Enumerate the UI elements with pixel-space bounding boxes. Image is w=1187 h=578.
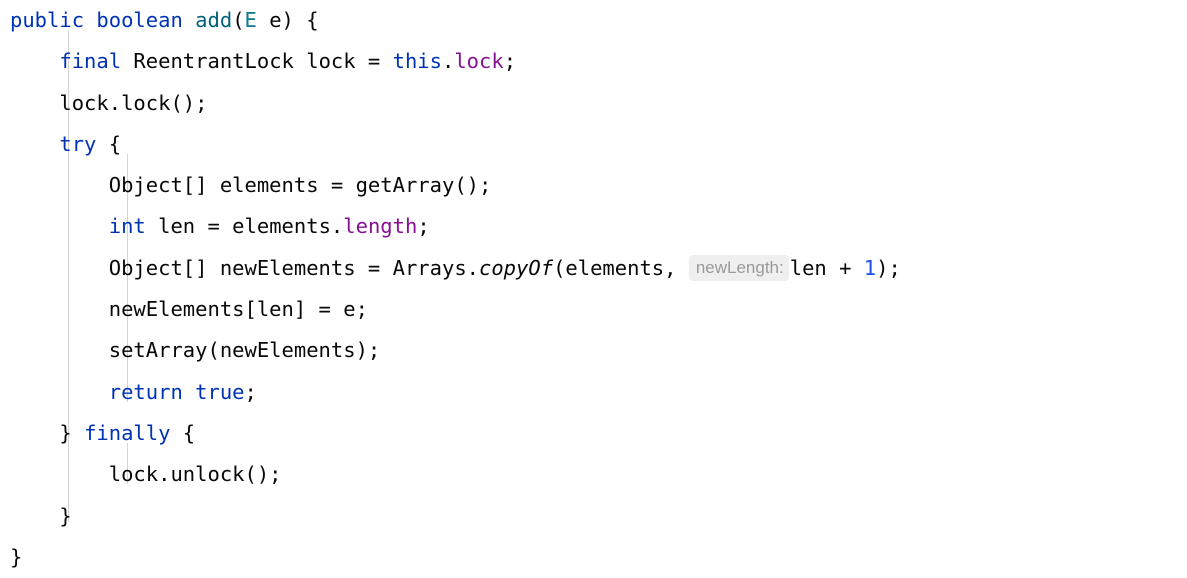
code-line[interactable]: try {	[10, 124, 1187, 165]
code-line[interactable]: int len = elements.length;	[10, 206, 1187, 247]
code-line[interactable]: public boolean add(E e) {	[10, 0, 1187, 41]
code-token: }	[10, 503, 72, 528]
code-token: true	[195, 379, 245, 404]
code-line[interactable]: return true;	[10, 372, 1187, 413]
code-token: 1	[863, 255, 877, 280]
code-line[interactable]: setArray(newElements);	[10, 330, 1187, 371]
code-token: }	[10, 420, 85, 445]
code-line[interactable]: lock.lock();	[10, 83, 1187, 124]
code-token: {	[96, 131, 122, 156]
code-token: E	[244, 8, 257, 32]
code-token: final	[59, 49, 122, 74]
code-line[interactable]: lock.unlock();	[10, 454, 1187, 495]
code-token: lock.lock();	[10, 90, 208, 115]
code-token: ReentrantLock lock =	[121, 49, 393, 74]
code-token: add	[195, 8, 233, 32]
code-content[interactable]: public boolean add(E e) { final Reentran…	[0, 0, 1187, 578]
code-editor[interactable]: public boolean add(E e) { final Reentran…	[0, 0, 1187, 569]
code-token: }	[10, 544, 23, 569]
code-line[interactable]: newElements[len] = e;	[10, 289, 1187, 330]
code-token: Object[] elements = getArray();	[10, 173, 492, 198]
code-line[interactable]: } finally {	[10, 413, 1187, 454]
code-token: finally	[84, 420, 171, 445]
code-line[interactable]: Object[] elements = getArray();	[10, 165, 1187, 206]
code-token: ;	[244, 379, 257, 404]
code-line[interactable]: Object[] newElements = Arrays.copyOf(ele…	[10, 248, 1187, 289]
code-token: this	[392, 49, 442, 74]
code-token: len = elements.	[145, 214, 344, 239]
inlay-parameter-hint[interactable]: newLength:	[688, 254, 789, 281]
code-token: return	[108, 379, 183, 404]
code-token: try	[59, 131, 97, 156]
code-token: (elements,	[553, 255, 689, 280]
code-token: ;	[417, 214, 430, 239]
code-token: int	[108, 214, 146, 239]
code-line[interactable]: final ReentrantLock lock = this.lock;	[10, 41, 1187, 82]
code-line[interactable]: }	[10, 537, 1187, 578]
code-token: public	[10, 8, 85, 32]
code-token: length	[343, 214, 418, 239]
code-token: copyOf	[479, 255, 554, 280]
code-token: Object[] newElements = Arrays.	[10, 255, 479, 280]
code-token: (	[232, 8, 245, 32]
code-token: len +	[789, 255, 864, 280]
code-token: ;	[503, 49, 517, 74]
code-token: e) {	[256, 8, 319, 32]
code-token: setArray(newElements);	[10, 338, 381, 363]
code-token: lock	[454, 49, 504, 74]
code-token: newElements[len] = e;	[10, 297, 368, 322]
code-token: );	[876, 255, 901, 280]
code-token: {	[170, 420, 196, 445]
code-token: .	[442, 49, 455, 74]
code-token: lock.unlock();	[10, 462, 282, 487]
code-line[interactable]: }	[10, 496, 1187, 537]
code-token: boolean	[96, 8, 183, 32]
